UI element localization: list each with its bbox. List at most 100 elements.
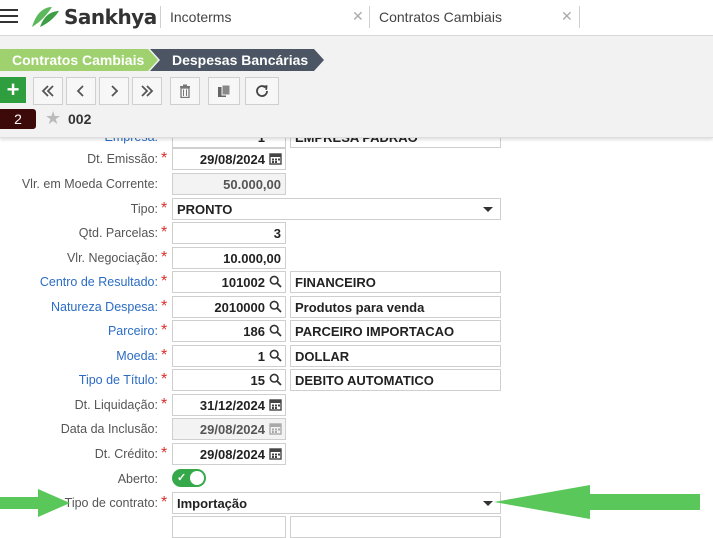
required-marker: * xyxy=(161,371,168,388)
parceiro-field[interactable]: 186 xyxy=(172,320,286,342)
delete-button[interactable] xyxy=(170,77,200,105)
close-icon[interactable]: ✕ xyxy=(561,8,573,25)
copy-icon xyxy=(218,84,231,97)
field-label: Tipo: xyxy=(130,202,158,216)
tipo-titulo-field[interactable]: 15 xyxy=(172,369,286,391)
chevron-left-icon xyxy=(76,85,84,97)
tab-divider xyxy=(160,6,161,28)
search-icon[interactable] xyxy=(269,324,282,337)
next-record-button[interactable] xyxy=(99,77,129,105)
tipo-contrato-select[interactable]: Importação xyxy=(172,492,501,514)
annotation-arrow-right-icon xyxy=(494,485,700,519)
tab-incoterms[interactable]: Incoterms xyxy=(170,0,231,34)
field-label: Tipo de contrato: xyxy=(64,496,158,510)
form-row-moeda: Moeda: * 1 DOLLAR xyxy=(0,345,713,367)
parceiro-desc: PARCEIRO IMPORTACAO xyxy=(290,320,501,342)
form-row-tipo: Tipo: * PRONTO xyxy=(0,198,713,220)
form-row-qtd-parcelas: Qtd. Parcelas: * 3 xyxy=(0,222,713,244)
toggle-knob xyxy=(190,471,204,485)
field-label: Data da Inclusão: xyxy=(60,422,158,436)
last-record-button[interactable] xyxy=(132,77,162,105)
next-field[interactable] xyxy=(172,516,286,538)
trash-icon xyxy=(180,84,190,98)
vlr-negociacao-field[interactable]: 10.000,00 xyxy=(172,247,286,269)
field-label: Vlr. Negociação: xyxy=(66,251,158,265)
form-row-dt-liquidacao: Dt. Liquidação: * 31/12/2024 xyxy=(0,394,713,416)
form-row-tipo-titulo: Tipo de Título: * 15 DEBITO AUTOMATICO xyxy=(0,369,713,391)
search-icon[interactable] xyxy=(269,349,282,362)
breadcrumb-parent-label: Contratos Cambiais xyxy=(12,52,145,68)
logo-text: Sankhya xyxy=(64,5,157,29)
required-marker: * xyxy=(161,249,168,266)
required-marker: * xyxy=(161,298,168,315)
double-chevron-left-icon xyxy=(41,85,54,97)
natureza-desc: Produtos para venda xyxy=(290,296,501,318)
required-marker: * xyxy=(161,200,168,217)
field-label[interactable]: Moeda: xyxy=(116,349,158,363)
required-marker: * xyxy=(161,445,168,462)
annotation-arrow-left-icon xyxy=(0,489,70,517)
required-marker: * xyxy=(161,150,168,167)
natureza-field[interactable]: 2010000 xyxy=(172,296,286,318)
chevron-down-icon xyxy=(483,207,493,212)
search-icon[interactable] xyxy=(269,275,282,288)
calendar-icon[interactable] xyxy=(269,398,282,411)
tab-contratos-cambiais[interactable]: Contratos Cambiais xyxy=(379,0,502,34)
menu-icon[interactable] xyxy=(0,9,18,25)
data-inclusao-field: 29/08/2024 xyxy=(172,418,286,440)
qtd-parcelas-field[interactable]: 3 xyxy=(172,222,286,244)
form-row-dt-emissao: Dt. Emissão: * 29/08/2024 xyxy=(0,148,713,170)
refresh-button[interactable] xyxy=(245,77,279,105)
first-record-button[interactable] xyxy=(33,77,63,105)
dt-liquidacao-field[interactable]: 31/12/2024 xyxy=(172,394,286,416)
required-marker: * xyxy=(161,224,168,241)
calendar-icon xyxy=(269,423,282,435)
tipo-select[interactable]: PRONTO xyxy=(172,198,501,220)
record-number-badge: 2 xyxy=(0,109,36,129)
centro-resultado-desc: FINANCEIRO xyxy=(290,271,501,293)
field-label: Dt. Crédito: xyxy=(94,447,158,461)
field-label: Dt. Emissão: xyxy=(87,152,158,166)
dt-emissao-field[interactable]: 29/08/2024 xyxy=(172,148,286,170)
previous-record-button[interactable] xyxy=(66,77,96,105)
add-button[interactable]: + xyxy=(0,77,26,103)
moeda-desc: DOLLAR xyxy=(290,345,501,367)
calendar-icon[interactable] xyxy=(269,152,282,165)
calendar-icon[interactable] xyxy=(269,447,282,460)
field-label: Qtd. Parcelas: xyxy=(78,226,158,240)
refresh-icon xyxy=(256,85,268,97)
search-icon[interactable] xyxy=(269,300,282,313)
check-icon: ✓ xyxy=(177,472,187,484)
aberto-toggle[interactable]: ✓ xyxy=(172,469,206,487)
form-row-centro-resultado: Centro de Resultado: * 101002 FINANCEIRO xyxy=(0,271,713,293)
moeda-field[interactable]: 1 xyxy=(172,345,286,367)
duplicate-button[interactable] xyxy=(208,77,240,105)
form-row-dt-credito: Dt. Crédito: * 29/08/2024 xyxy=(0,443,713,465)
dt-credito-field[interactable]: 29/08/2024 xyxy=(172,443,286,465)
field-label: Dt. Liquidação: xyxy=(74,398,158,412)
tab-divider xyxy=(369,6,370,28)
field-label[interactable]: Natureza Despesa: xyxy=(51,300,158,314)
field-label: Aberto: xyxy=(117,472,158,486)
screen-header: Contratos Cambiais Despesas Bancárias + … xyxy=(0,36,713,138)
tab-divider xyxy=(579,6,580,28)
centro-resultado-field[interactable]: 101002 xyxy=(172,271,286,293)
search-icon[interactable] xyxy=(269,373,282,386)
form-row-vlr-moeda: Vlr. em Moeda Corrente: 50.000,00 xyxy=(0,173,713,195)
record-code: 002 xyxy=(68,111,92,127)
field-label[interactable]: Tipo de Título: xyxy=(79,373,158,387)
close-icon[interactable]: ✕ xyxy=(352,8,364,25)
form-row-parceiro: Parceiro: * 186 PARCEIRO IMPORTACAO xyxy=(0,320,713,342)
logo[interactable]: Sankhya xyxy=(30,4,157,30)
breadcrumb-parent[interactable]: Contratos Cambiais xyxy=(0,49,158,71)
required-marker: * xyxy=(161,347,168,364)
vlr-moeda-field: 50.000,00 xyxy=(172,173,286,195)
double-chevron-right-icon xyxy=(141,85,154,97)
form-row-natureza: Natureza Despesa: * 2010000 Produtos par… xyxy=(0,296,713,318)
field-label[interactable]: Centro de Resultado: xyxy=(40,275,158,289)
required-marker: * xyxy=(161,273,168,290)
field-label[interactable]: Parceiro: xyxy=(108,324,158,338)
form-panel: Empresa: 1 EMPRESA PADRAO Dt. Emissão: *… xyxy=(0,126,713,538)
breadcrumb-current-label: Despesas Bancárias xyxy=(172,52,309,68)
favorite-star-icon[interactable]: ★ xyxy=(45,108,61,129)
